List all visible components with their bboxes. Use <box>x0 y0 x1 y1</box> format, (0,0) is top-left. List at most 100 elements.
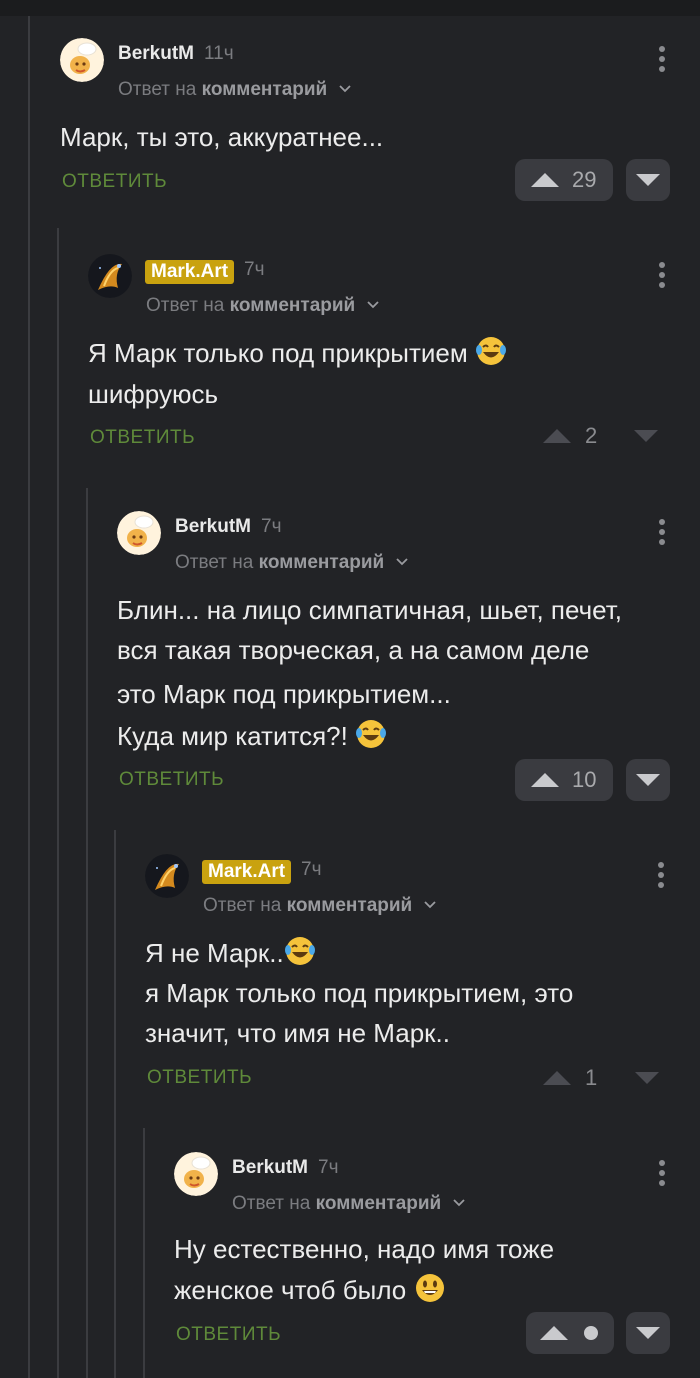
reply-button[interactable]: ОТВЕТИТЬ <box>147 1066 252 1090</box>
reply-prefix: Ответ на <box>146 295 225 316</box>
thread-line-5[interactable] <box>143 1128 145 1378</box>
comment-text-line: это Марк под прикрытием... <box>117 679 451 709</box>
more-vertical-icon[interactable] <box>658 519 666 549</box>
thread-line-4[interactable] <box>114 830 116 1378</box>
arrow-down-icon <box>636 174 660 186</box>
thread-line-2[interactable] <box>57 228 59 1378</box>
upvote-button[interactable]: 1 <box>543 1057 641 1099</box>
avatar-berkutm[interactable] <box>117 511 161 555</box>
avatar-berkutm[interactable] <box>174 1152 218 1196</box>
arrow-up-icon <box>543 1071 571 1085</box>
comment-text-line: Ну естественно, надо имя тоже <box>174 1234 555 1264</box>
comment-text: Куда мир катится?! <box>117 721 348 751</box>
top-bar <box>0 0 700 16</box>
downvote-button[interactable] <box>634 415 678 457</box>
arrow-up-icon <box>531 173 559 187</box>
comment-text-line: женское чтоб было <box>174 1269 446 1311</box>
downvote-button[interactable] <box>626 1312 670 1354</box>
comment-text-line: я Марк только под прикрытием, это <box>145 978 574 1008</box>
reply-target-link[interactable]: комментарий <box>259 552 385 573</box>
comment-text-line: Я не Марк.. <box>145 932 316 974</box>
chevron-down-icon[interactable] <box>452 1190 465 1214</box>
reply-prefix: Ответ на <box>175 552 254 573</box>
arrow-down-icon <box>636 774 660 786</box>
author-name[interactable]: BerkutM <box>232 1156 308 1180</box>
reply-prefix: Ответ на <box>203 895 282 916</box>
arrow-up-icon <box>540 1326 568 1340</box>
comment-time: 11ч <box>204 43 234 64</box>
comment-3: BerkutM 7ч Ответ на комментарий Блин... … <box>117 511 680 811</box>
comment-4: Mark.Art 7ч Ответ на комментарий Я не Ма… <box>145 854 680 1104</box>
reply-prefix: Ответ на <box>118 79 197 100</box>
comment-text: Я Марк только под прикрытием <box>88 338 468 368</box>
more-vertical-icon[interactable] <box>658 1160 666 1190</box>
reply-to[interactable]: Ответ на комментарий <box>118 76 351 100</box>
more-vertical-icon[interactable] <box>657 862 665 892</box>
arrow-down-icon <box>636 1327 660 1339</box>
thread-line-3[interactable] <box>86 488 88 1378</box>
thread-line-1[interactable] <box>28 16 30 1378</box>
author-name[interactable]: Mark.Art <box>145 260 235 284</box>
upvote-button[interactable]: 2 <box>543 415 641 457</box>
reply-to[interactable]: Ответ на комментарий <box>203 892 436 916</box>
reply-target-link[interactable]: комментарий <box>202 79 328 100</box>
rating-count: 29 <box>572 167 597 192</box>
avatar-berkutm[interactable] <box>60 38 104 82</box>
reply-prefix: Ответ на <box>232 1193 311 1214</box>
chevron-down-icon[interactable] <box>423 892 436 916</box>
comment-5: BerkutM 7ч Ответ на комментарий Ну естес… <box>174 1152 680 1372</box>
comment-text-line: Куда мир катится?! <box>117 715 387 757</box>
laughing-with-tears-icon <box>355 718 387 750</box>
author-name[interactable]: BerkutM <box>175 515 251 539</box>
reply-target-link[interactable]: комментарий <box>316 1193 442 1214</box>
chevron-down-icon[interactable] <box>366 292 379 316</box>
arrow-down-icon <box>634 430 658 442</box>
more-vertical-icon[interactable] <box>658 262 666 292</box>
reply-button[interactable]: ОТВЕТИТЬ <box>90 426 195 450</box>
laughing-with-tears-icon <box>284 935 316 967</box>
comment-text-line: Марк, ты это, аккуратнее... <box>60 122 384 152</box>
comment-text-line: шифруюсь <box>88 379 218 409</box>
arrow-up-icon <box>531 773 559 787</box>
avatar-mark-art[interactable] <box>88 254 132 298</box>
chevron-down-icon[interactable] <box>338 76 351 100</box>
downvote-button[interactable] <box>626 759 670 801</box>
reply-to[interactable]: Ответ на комментарий <box>175 549 408 573</box>
reply-button[interactable]: ОТВЕТИТЬ <box>176 1323 281 1347</box>
comment-time: 7ч <box>318 1157 339 1178</box>
comment-text-line: значит, что имя не Марк.. <box>145 1018 450 1048</box>
comment-1: BerkutM 11ч Ответ на комментарий Марк, т… <box>60 38 680 208</box>
comment-time: 7ч <box>261 516 282 537</box>
arrow-down-icon <box>635 1072 659 1084</box>
reply-target-link[interactable]: комментарий <box>230 295 356 316</box>
grinning-face-icon <box>414 1272 446 1304</box>
downvote-button[interactable] <box>626 159 670 201</box>
more-vertical-icon[interactable] <box>658 46 666 76</box>
reply-to[interactable]: Ответ на комментарий <box>232 1190 465 1214</box>
reply-target-link[interactable]: комментарий <box>287 895 413 916</box>
arrow-up-icon <box>543 429 571 443</box>
upvote-button[interactable]: 29 <box>515 159 613 201</box>
comment-2: Mark.Art 7ч Ответ на комментарий Я Марк … <box>88 254 680 464</box>
author-name[interactable]: BerkutM <box>118 42 194 66</box>
comment-text-line: вся такая творческая, а на самом деле <box>117 635 590 665</box>
author-name[interactable]: Mark.Art <box>202 860 292 884</box>
rating-count: 1 <box>585 1065 598 1090</box>
comment-text-line: Блин... на лицо симпатичная, шьет, печет… <box>117 595 622 625</box>
comment-text-line: Я Марк только под прикрытием <box>88 332 507 374</box>
upvote-button[interactable] <box>526 1312 614 1354</box>
comment-text: женское чтоб было <box>174 1275 407 1305</box>
reply-to[interactable]: Ответ на комментарий <box>146 292 379 316</box>
chevron-down-icon[interactable] <box>395 549 408 573</box>
comment-time: 7ч <box>244 259 265 280</box>
laughing-with-tears-icon <box>475 335 507 367</box>
reply-button[interactable]: ОТВЕТИТЬ <box>119 768 224 792</box>
comment-text: Я не Марк.. <box>145 938 284 968</box>
rating-count: 10 <box>572 767 597 792</box>
reply-button[interactable]: ОТВЕТИТЬ <box>62 170 167 194</box>
rating-count: 2 <box>585 423 598 448</box>
rating-hidden-dot <box>584 1326 598 1340</box>
avatar-mark-art[interactable] <box>145 854 189 898</box>
downvote-button[interactable] <box>635 1057 679 1099</box>
upvote-button[interactable]: 10 <box>515 759 613 801</box>
